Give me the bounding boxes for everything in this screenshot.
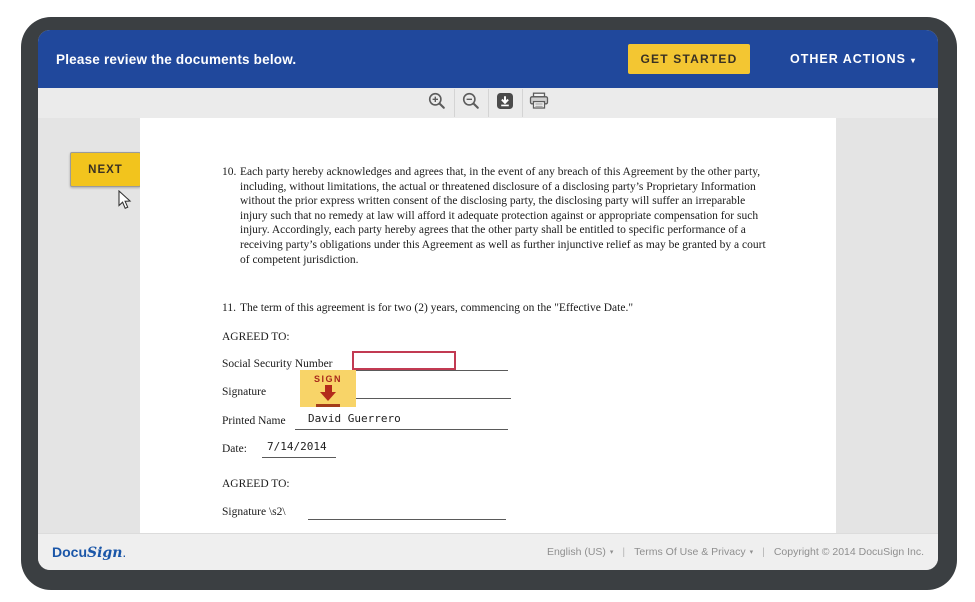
sign-tab-underline xyxy=(316,404,340,407)
docusign-logo[interactable]: DocuSign. xyxy=(52,544,126,561)
ssn-input-field[interactable] xyxy=(352,351,456,370)
language-label: English (US) xyxy=(547,546,606,558)
printed-name-value[interactable]: David Guerrero xyxy=(308,412,401,425)
paragraph-text: The term of this agreement is for two (2… xyxy=(240,301,767,316)
sign-tab-label: SIGN xyxy=(314,374,342,384)
sign-here-tab[interactable]: SIGN xyxy=(300,370,356,407)
printed-name-label: Printed Name xyxy=(222,415,286,427)
banner-actions: GET STARTED OTHER ACTIONS ▾ xyxy=(628,30,938,88)
chevron-down-icon: ▾ xyxy=(750,548,754,556)
footer-links: English (US) ▾ | Terms Of Use & Privacy … xyxy=(547,546,924,558)
terms-privacy-link[interactable]: Terms Of Use & Privacy ▾ xyxy=(634,546,753,558)
get-started-button[interactable]: GET STARTED xyxy=(628,44,750,74)
logo-dot: . xyxy=(122,544,126,560)
paragraph-number: 10. xyxy=(222,165,240,267)
sign-arrow-down-icon xyxy=(320,385,336,401)
paragraph-11: 11. The term of this agreement is for tw… xyxy=(222,301,767,316)
signature2-underline xyxy=(308,519,506,520)
ssn-underline xyxy=(345,370,508,371)
chevron-down-icon: ▾ xyxy=(911,56,916,65)
paragraph-text: Each party hereby acknowledges and agree… xyxy=(240,165,767,267)
date-label: Date: xyxy=(222,443,247,455)
next-button[interactable]: NEXT xyxy=(70,152,141,187)
print-icon xyxy=(529,92,549,115)
paragraph-number: 11. xyxy=(222,301,240,316)
download-icon xyxy=(496,92,514,115)
document-page: 10. Each party hereby acknowledges and a… xyxy=(140,118,836,533)
signature2-label: Signature \s2\ xyxy=(222,506,286,518)
desktop-background: Please review the documents below. GET S… xyxy=(0,0,975,602)
footer-divider: | xyxy=(622,546,625,558)
chevron-down-icon: ▾ xyxy=(610,548,614,556)
paragraph-10: 10. Each party hereby acknowledges and a… xyxy=(222,165,767,267)
document-viewport: NEXT 10. Each party hereby acknowledges … xyxy=(38,118,938,533)
other-actions-label: OTHER ACTIONS xyxy=(790,52,906,66)
zoom-in-button[interactable] xyxy=(421,88,454,118)
mouse-cursor-icon xyxy=(118,190,133,215)
language-select[interactable]: English (US) ▾ xyxy=(547,546,613,558)
docusign-window: Please review the documents below. GET S… xyxy=(38,30,938,570)
printed-name-underline xyxy=(295,429,508,430)
date-underline xyxy=(262,457,336,458)
other-actions-menu[interactable]: OTHER ACTIONS ▾ xyxy=(790,52,916,66)
agreed-to-heading-1: AGREED TO: xyxy=(222,331,290,343)
zoom-out-icon xyxy=(462,92,480,115)
banner-message: Please review the documents below. xyxy=(56,52,296,67)
document-toolbar xyxy=(38,88,938,118)
copyright-text: Copyright © 2014 DocuSign Inc. xyxy=(774,546,924,558)
logo-sign: Sign xyxy=(87,545,122,561)
signature-label: Signature xyxy=(222,386,266,398)
logo-docu: Docu xyxy=(52,544,87,560)
footer-bar: DocuSign. English (US) ▾ | Terms Of Use … xyxy=(38,533,938,570)
zoom-in-icon xyxy=(428,92,446,115)
download-button[interactable] xyxy=(489,88,522,118)
zoom-out-button[interactable] xyxy=(455,88,488,118)
agreed-to-heading-2: AGREED TO: xyxy=(222,478,290,490)
date-value[interactable]: 7/14/2014 xyxy=(267,440,327,453)
footer-divider: | xyxy=(762,546,765,558)
review-banner: Please review the documents below. GET S… xyxy=(38,30,938,88)
terms-label: Terms Of Use & Privacy xyxy=(634,546,745,558)
ssn-label: Social Security Number xyxy=(222,358,333,370)
print-button[interactable] xyxy=(523,88,556,118)
